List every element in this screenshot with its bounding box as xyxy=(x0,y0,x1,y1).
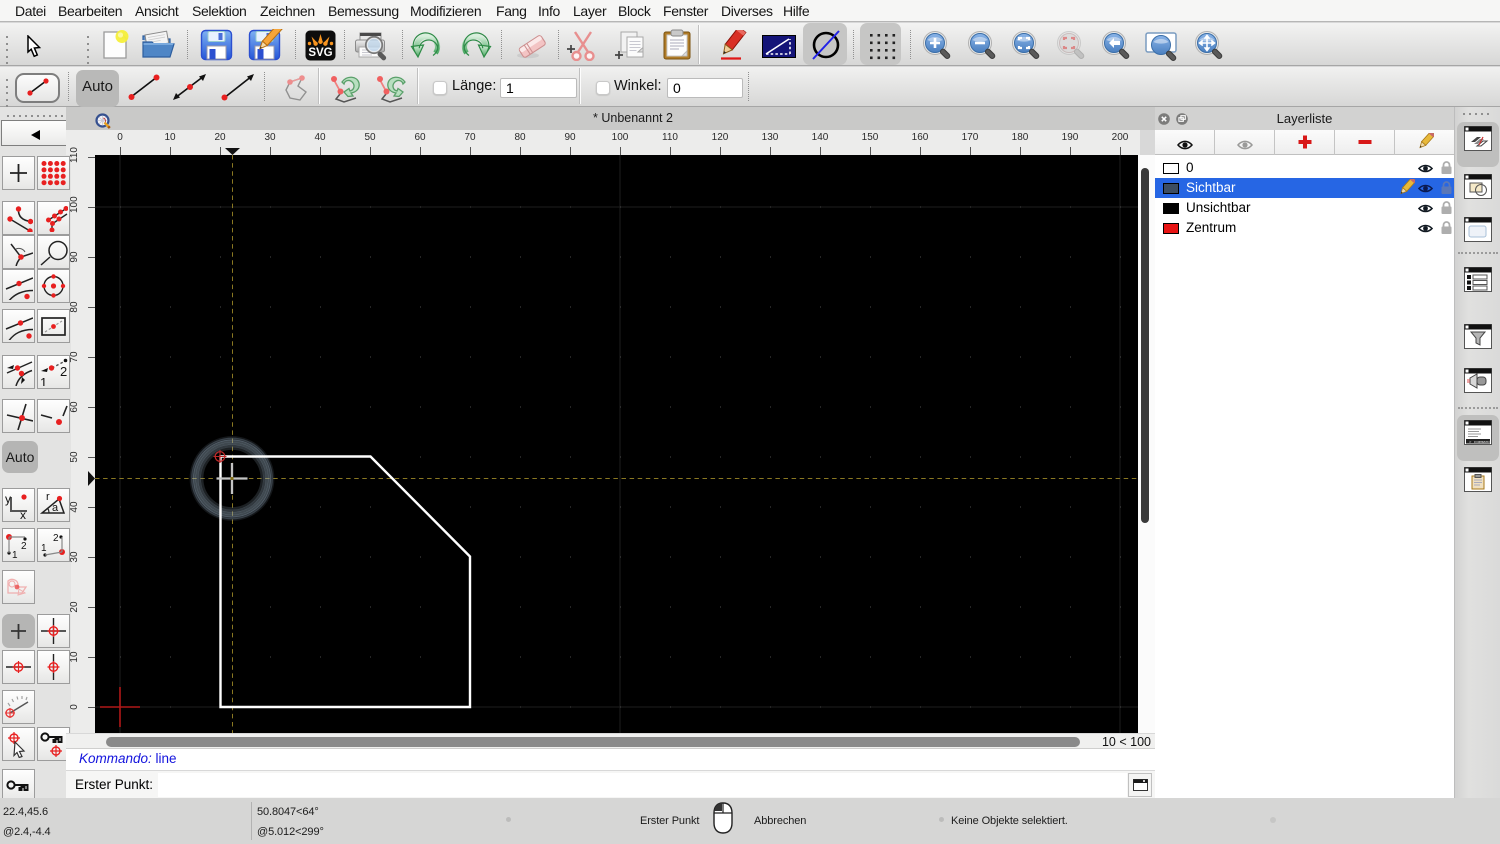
svg-text:1: 1 xyxy=(41,543,47,554)
svg-text:SVG: SVG xyxy=(308,47,332,59)
svg-text:2: 2 xyxy=(53,533,59,544)
svg-text:y: y xyxy=(5,492,11,506)
svg-text:a: a xyxy=(52,502,59,514)
svg-text:2: 2 xyxy=(60,364,67,379)
svg-text:2: 2 xyxy=(21,541,27,552)
svg-text:r: r xyxy=(46,491,50,503)
svg-text:1: 1 xyxy=(12,550,18,559)
svg-text:x: x xyxy=(20,508,26,519)
svg-text:> command: > command xyxy=(1469,440,1491,445)
svg-text:1: 1 xyxy=(40,375,47,386)
